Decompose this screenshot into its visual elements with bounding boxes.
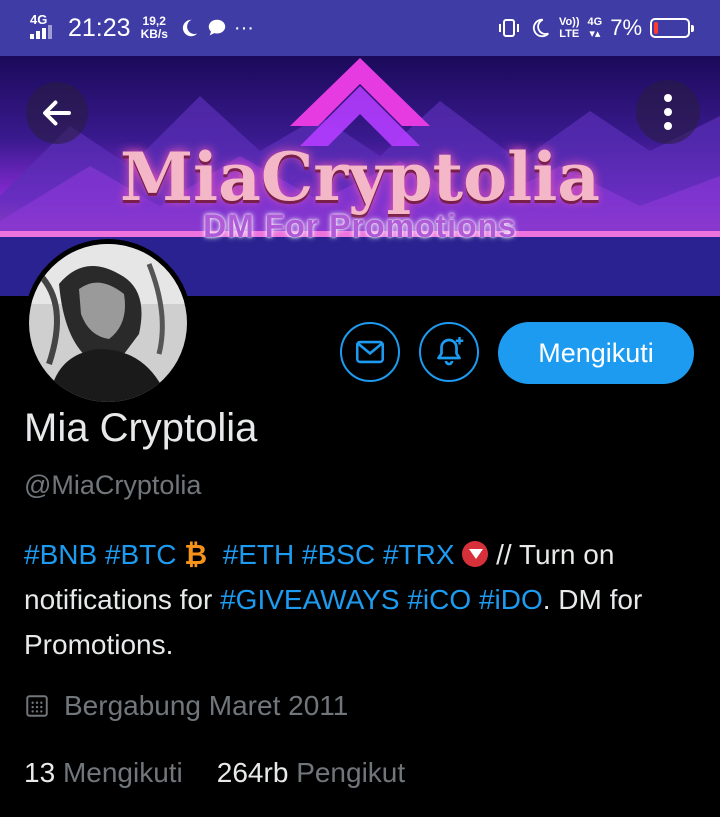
profile-name: Mia Cryptolia	[24, 406, 258, 450]
vibrate-icon	[498, 19, 519, 37]
follow-stats: 13 Mengikuti 264rb Pengikut	[24, 757, 405, 789]
bell-plus-icon	[437, 337, 464, 366]
tron-icon	[462, 541, 489, 567]
followers-link[interactable]: 264rb Pengikut	[217, 757, 405, 788]
mail-icon	[355, 340, 385, 364]
chat-bubble-icon	[208, 19, 226, 36]
join-date: Bergabung Maret 2011	[24, 690, 348, 722]
hashtag-link[interactable]: #GIVEAWAYS	[220, 584, 399, 615]
following-label: Mengikuti	[62, 757, 183, 788]
volte-indicator: Vo)) LTE	[558, 16, 580, 40]
profile-handle: @MiaCryptolia	[24, 470, 202, 500]
more-vertical-icon	[664, 94, 672, 130]
following-button[interactable]: Mengikuti	[498, 322, 694, 384]
following-count: 13	[24, 757, 56, 788]
avatar[interactable]	[24, 239, 192, 407]
network-speed: 19,2 KB/s	[140, 14, 168, 41]
hashtag-link[interactable]: #TRX	[383, 539, 455, 570]
moon-icon	[532, 18, 549, 38]
banner-title: MiaCryptolia	[119, 138, 601, 216]
network-4g-indicator: 4G ▾▴	[587, 16, 603, 40]
status-bar: 4G 21:23 19,2 KB/s ··· Vo)) LTE 4G ▾▴ 7%	[0, 0, 720, 56]
back-button[interactable]	[26, 82, 88, 144]
arrow-left-icon	[43, 100, 71, 126]
notifications-button[interactable]	[419, 322, 479, 382]
signal-icon: 4G	[30, 12, 60, 43]
hashtag-link[interactable]: #iDO	[479, 584, 543, 615]
message-button[interactable]	[340, 322, 400, 382]
clock: 21:23	[68, 13, 131, 42]
battery-icon	[650, 18, 694, 38]
avatar-photo	[29, 244, 187, 402]
battery-percent: 7%	[610, 15, 642, 40]
hashtag-link[interactable]: #ETH	[223, 539, 295, 570]
more-notifications-icon: ···	[233, 16, 254, 39]
bitcoin-icon: ₿	[184, 539, 208, 570]
followers-label: Pengikut	[296, 757, 406, 788]
hashtag-link[interactable]: #iCO	[407, 584, 471, 615]
following-link[interactable]: 13 Mengikuti	[24, 757, 183, 788]
hashtag-link[interactable]: #BNB	[24, 539, 97, 570]
hashtag-link[interactable]: #BSC	[302, 539, 375, 570]
followers-count: 264rb	[216, 757, 289, 788]
calendar-icon	[26, 695, 48, 717]
hashtag-link[interactable]: #BTC	[105, 539, 177, 570]
more-options-button[interactable]	[636, 80, 700, 144]
moon-icon	[182, 19, 198, 37]
profile-bio: #BNB #BTC ₿ #ETH #BSC #TRX // Turn on no…	[24, 532, 700, 667]
join-date-text: Bergabung Maret 2011	[64, 690, 349, 721]
